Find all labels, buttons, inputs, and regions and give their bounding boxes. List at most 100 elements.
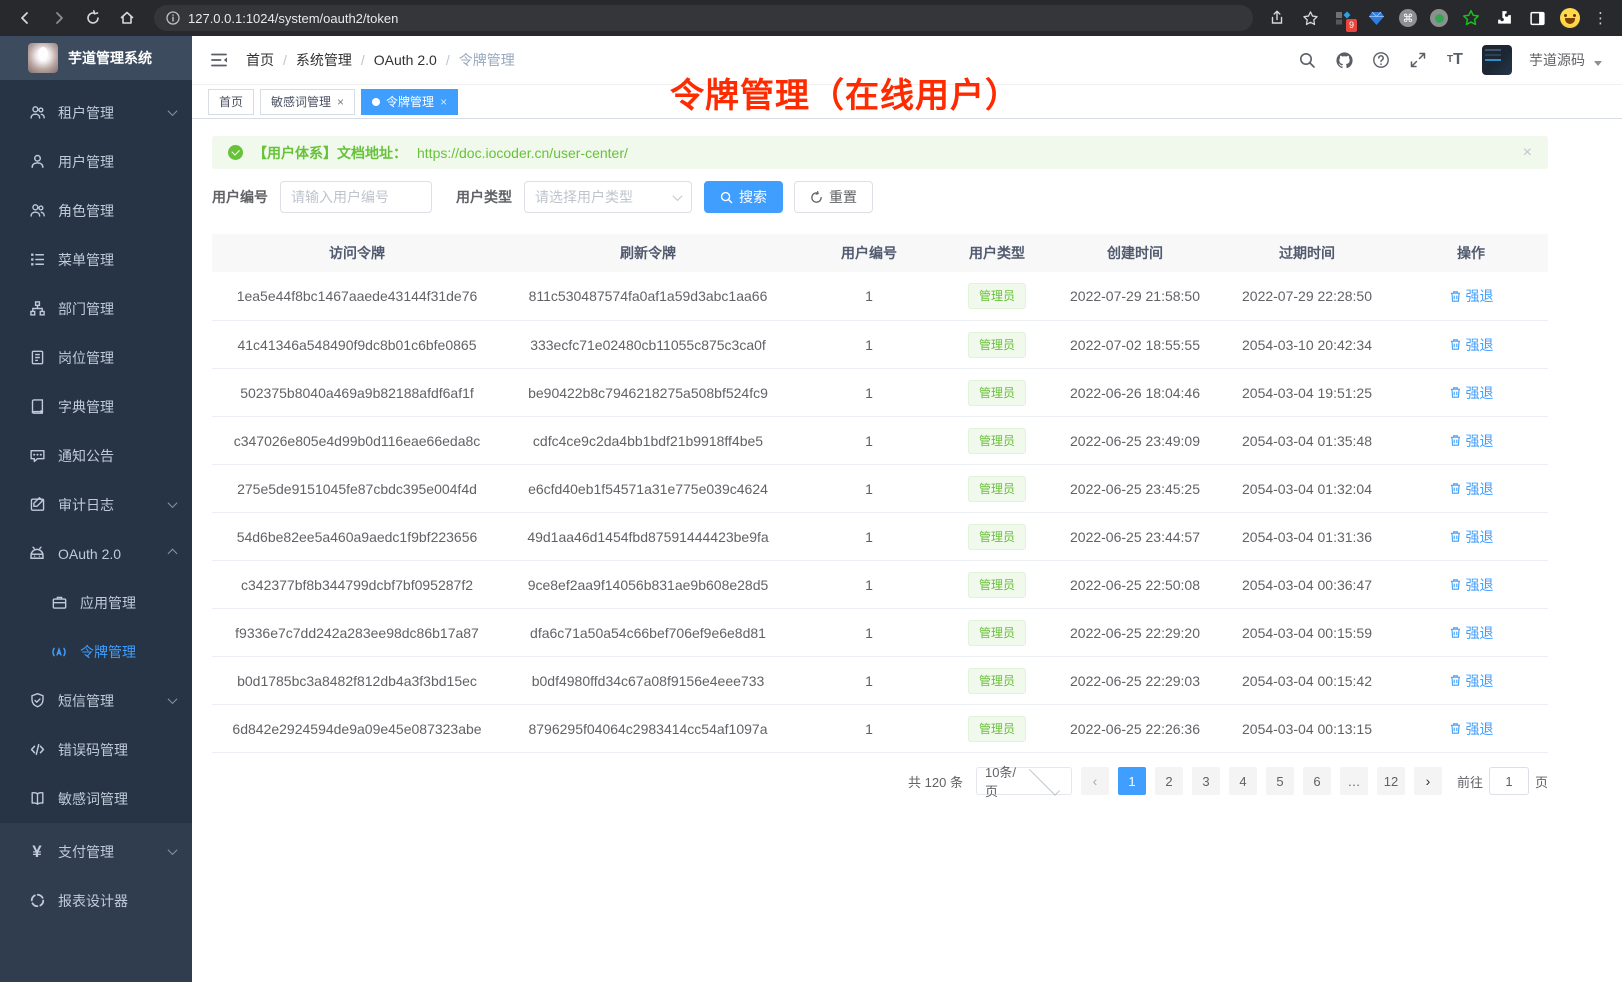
sidebar-item-支付管理[interactable]: ¥支付管理	[0, 827, 192, 876]
sidebar-item-部门管理[interactable]: 部门管理	[0, 284, 192, 333]
font-size-icon[interactable]: TT	[1445, 50, 1465, 70]
github-icon[interactable]	[1334, 50, 1354, 70]
action-cell: 强退	[1394, 286, 1548, 306]
page-button-2[interactable]: 2	[1155, 767, 1183, 795]
alert-close-icon[interactable]: ×	[1523, 144, 1532, 162]
page-button-3[interactable]: 3	[1192, 767, 1220, 795]
url-bar[interactable]: 127.0.0.1:1024/system/oauth2/token	[154, 5, 1253, 31]
force-logout-button[interactable]: 强退	[1449, 431, 1494, 451]
app-logo-bar[interactable]: 芋道管理系统	[0, 36, 192, 80]
url-text[interactable]: 127.0.0.1:1024/system/oauth2/token	[188, 11, 398, 26]
user-type-tag: 管理员	[968, 428, 1026, 454]
site-info-icon[interactable]	[166, 11, 180, 25]
tab-首页[interactable]: 首页	[208, 89, 254, 115]
user-id-input[interactable]	[291, 189, 421, 205]
force-logout-button[interactable]: 强退	[1449, 286, 1494, 306]
sidebar-item-令牌管理[interactable]: 令牌管理	[0, 627, 192, 676]
browser-menu-icon[interactable]: ⋮	[1593, 9, 1608, 27]
sidebar-item-应用管理[interactable]: 应用管理	[0, 578, 192, 627]
user-type-select[interactable]: 请选择用户类型	[524, 181, 692, 213]
force-logout-button[interactable]: 强退	[1449, 575, 1494, 595]
tab-敏感词管理[interactable]: 敏感词管理×	[260, 89, 355, 115]
sidebar-item-审计日志[interactable]: 审计日志	[0, 480, 192, 529]
extension-tampermonkey-icon[interactable]: 9	[1333, 8, 1353, 28]
breadcrumb-oauth[interactable]: OAuth 2.0	[374, 52, 437, 68]
user-name[interactable]: 芋道源码	[1529, 50, 1585, 70]
force-logout-button[interactable]: 强退	[1449, 623, 1494, 643]
browser-forward-icon[interactable]	[46, 5, 72, 31]
fullscreen-icon[interactable]	[1408, 50, 1428, 70]
user-menu-caret-icon[interactable]	[1594, 61, 1602, 66]
action-cell: 强退	[1394, 383, 1548, 403]
sidebar-item-通知公告[interactable]: 通知公告	[0, 431, 192, 480]
share-icon[interactable]	[1267, 8, 1287, 28]
search-button[interactable]: 搜索	[704, 181, 783, 213]
breadcrumb-system[interactable]: 系统管理	[296, 50, 352, 70]
breadcrumb-home[interactable]: 首页	[246, 50, 274, 70]
goto-page-input[interactable]	[1489, 767, 1529, 795]
sidebar-item-菜单管理[interactable]: 菜单管理	[0, 235, 192, 284]
sidebar-item-字典管理[interactable]: 字典管理	[0, 382, 192, 431]
reset-button[interactable]: 重置	[794, 181, 873, 213]
next-page-button[interactable]: ›	[1414, 767, 1442, 795]
audit-icon	[28, 496, 46, 514]
force-logout-button[interactable]: 强退	[1449, 671, 1494, 691]
sidebar-item-报表设计器[interactable]: 报表设计器	[0, 876, 192, 925]
table-row: 275e5de9151045fe87cbdc395e004f4de6cfd40e…	[212, 464, 1548, 512]
sidebar-item-label: 敏感词管理	[58, 789, 176, 809]
refresh-token-cell: e6cfd40eb1f54571a31e775e039c4624	[502, 481, 794, 497]
sidebar-item-岗位管理[interactable]: 岗位管理	[0, 333, 192, 382]
pagination: 共 120 条10条/页‹123456…12›前往页	[212, 767, 1548, 795]
force-logout-button[interactable]: 强退	[1449, 719, 1494, 739]
force-logout-button[interactable]: 强退	[1449, 527, 1494, 547]
alert-doc-link[interactable]: https://doc.iocoder.cn/user-center/	[417, 145, 628, 161]
user-id-cell: 1	[794, 385, 944, 401]
tab-close-icon[interactable]: ×	[440, 95, 447, 109]
sidebar-item-错误码管理[interactable]: 错误码管理	[0, 725, 192, 774]
sidebar-item-角色管理[interactable]: 角色管理	[0, 186, 192, 235]
force-logout-button[interactable]: 强退	[1449, 335, 1494, 355]
user-id-cell: 1	[794, 721, 944, 737]
access-token-cell: f9336e7c7dd242a283ee98dc86b17a87	[212, 625, 502, 641]
user-type-cell: 管理员	[944, 668, 1050, 694]
more-pages-button[interactable]: …	[1340, 767, 1368, 795]
page-button-12[interactable]: 12	[1377, 767, 1405, 795]
chevron-down-icon	[168, 694, 178, 704]
user-type-label: 用户类型	[456, 187, 512, 207]
browser-back-icon[interactable]	[12, 5, 38, 31]
force-logout-button[interactable]: 强退	[1449, 479, 1494, 499]
refresh-token-cell: 333ecfc71e02480cb11055c875c3ca0f	[502, 337, 794, 353]
force-logout-button[interactable]: 强退	[1449, 383, 1494, 403]
extension-command-icon[interactable]: ⌘	[1399, 9, 1417, 27]
sidebar-item-OAuth 2.0[interactable]: OAuth 2.0	[0, 529, 192, 578]
extension-puzzle-icon[interactable]	[1494, 8, 1514, 28]
active-tab-dot	[372, 98, 380, 106]
search-icon[interactable]	[1297, 50, 1317, 70]
user-type-cell: 管理员	[944, 476, 1050, 502]
sidebar-item-用户管理[interactable]: 用户管理	[0, 137, 192, 186]
tab-close-icon[interactable]: ×	[337, 95, 344, 109]
browser-reload-icon[interactable]	[80, 5, 106, 31]
tab-令牌管理[interactable]: 令牌管理×	[361, 89, 458, 115]
extension-gem-icon[interactable]	[1366, 8, 1386, 28]
prev-page-button[interactable]: ‹	[1081, 767, 1109, 795]
page-button-4[interactable]: 4	[1229, 767, 1257, 795]
page-button-6[interactable]: 6	[1303, 767, 1331, 795]
extension-star-icon[interactable]	[1461, 8, 1481, 28]
help-icon[interactable]	[1371, 50, 1391, 70]
extension-recorder-icon[interactable]	[1430, 9, 1448, 27]
page-button-1[interactable]: 1	[1118, 767, 1146, 795]
side-panel-icon[interactable]	[1527, 8, 1547, 28]
page-size-select[interactable]: 10条/页	[976, 767, 1072, 795]
collapse-sidebar-icon[interactable]	[208, 49, 230, 71]
sidebar-item-敏感词管理[interactable]: 敏感词管理	[0, 774, 192, 823]
bookmark-star-icon[interactable]	[1300, 8, 1320, 28]
token-table: 访问令牌刷新令牌用户编号用户类型创建时间过期时间操作 1ea5e44f8bc14…	[212, 234, 1548, 753]
page-button-5[interactable]: 5	[1266, 767, 1294, 795]
browser-home-icon[interactable]	[114, 5, 140, 31]
user-id-cell: 1	[794, 577, 944, 593]
profile-avatar-icon[interactable]	[1560, 8, 1580, 28]
user-avatar[interactable]	[1482, 45, 1512, 75]
sidebar-item-短信管理[interactable]: 短信管理	[0, 676, 192, 725]
sidebar-item-租户管理[interactable]: 租户管理	[0, 88, 192, 137]
